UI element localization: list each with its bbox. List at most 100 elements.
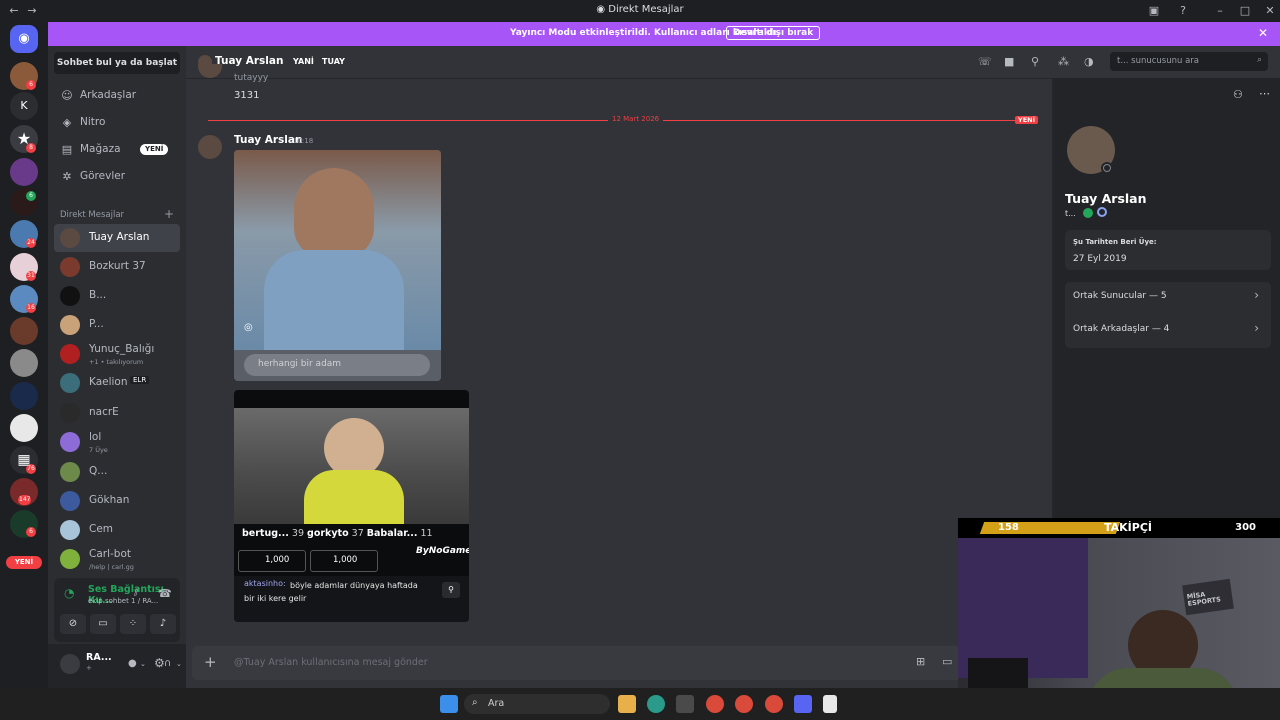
- dm-item[interactable]: Kaelion ELR: [54, 369, 180, 397]
- server-badge: 147: [18, 495, 32, 505]
- mutual-servers-row[interactable]: Ortak Sunucular — 5 ›: [1065, 282, 1271, 315]
- mutual-friends-row[interactable]: Ortak Arkadaşlar — 4 ›: [1065, 315, 1271, 348]
- dm-item-tuay-arslan[interactable]: Tuay Arslan: [54, 224, 180, 252]
- dm-item[interactable]: Carl-bot /help | carl.gg: [54, 545, 180, 573]
- server-icon[interactable]: [10, 317, 38, 345]
- dm-item[interactable]: Cem: [54, 516, 180, 544]
- search-icon: ⌕: [472, 697, 478, 708]
- message-composer[interactable]: + @Tuay Arslan kullanıcısına mesaj gönde…: [192, 646, 1046, 680]
- user-name[interactable]: RA...: [86, 652, 112, 663]
- dm-item[interactable]: B...: [54, 282, 180, 310]
- dm-item[interactable]: P...: [54, 311, 180, 339]
- taskbar-search-placeholder: Ara: [488, 698, 505, 709]
- chevron-right-icon: ›: [1254, 288, 1259, 302]
- disconnect-icon[interactable]: ☎: [158, 587, 172, 600]
- nav-quests[interactable]: ✲ Görevler: [54, 165, 180, 189]
- activities-icon[interactable]: ⁘: [120, 614, 146, 634]
- video-call-icon[interactable]: ■: [1004, 55, 1014, 68]
- server-icon[interactable]: [10, 349, 38, 377]
- webcam-background-light: [958, 538, 1088, 678]
- search-input[interactable]: t... sunucusunu ara ⌕: [1110, 52, 1268, 71]
- image-search-text: herhangi bir adam: [258, 359, 342, 369]
- pill-value: 1,000: [265, 555, 290, 565]
- window-titlebar: ← → ◉ Direkt Mesajlar ▣ ? – □ ✕: [0, 0, 1280, 22]
- dm-activity: +1 • takılıyorum: [89, 358, 144, 366]
- notepad-icon[interactable]: [823, 695, 837, 713]
- dm-item[interactable]: nacrE: [54, 399, 180, 427]
- banner-close-icon[interactable]: ✕: [1258, 26, 1268, 40]
- chevron-down-icon[interactable]: ⌄: [140, 660, 146, 668]
- disable-streamer-mode-button[interactable]: Devre dışı bırak: [726, 26, 821, 40]
- find-conversation-button[interactable]: Sohbet bul ya da başlat: [54, 52, 180, 74]
- dm-name: nacrE: [89, 406, 119, 418]
- message-avatar[interactable]: [198, 135, 222, 159]
- image-attachment[interactable]: bertug... 39 gorkyto 37 Babalar... 11 1,…: [234, 390, 469, 622]
- dm-item[interactable]: Gökhan: [54, 487, 180, 515]
- new-servers-pill[interactable]: YENİ: [6, 556, 42, 569]
- dm-item[interactable]: Bozkurt 37: [54, 253, 180, 281]
- leaderboard-count: 37: [351, 528, 364, 539]
- add-friend-icon[interactable]: ⚇: [1233, 88, 1243, 101]
- camera-off-icon[interactable]: ⊘: [60, 614, 86, 634]
- server-icon[interactable]: [10, 382, 38, 410]
- add-friends-icon[interactable]: ⁂: [1058, 55, 1069, 68]
- soundboard-icon[interactable]: ♪: [150, 614, 176, 634]
- gift-icon[interactable]: ⊞: [916, 655, 925, 668]
- user-profile-icon[interactable]: ◑: [1084, 55, 1094, 68]
- gif-icon[interactable]: ▭: [942, 655, 952, 668]
- voice-call-icon[interactable]: ☏: [978, 55, 992, 68]
- pin-icon[interactable]: ⚲: [1031, 55, 1039, 68]
- maximize-icon[interactable]: □: [1237, 3, 1253, 19]
- screen-share-icon[interactable]: ▭: [90, 614, 116, 634]
- dm-name: Cem: [89, 523, 114, 535]
- settings-gear-icon[interactable]: ⚙: [154, 656, 165, 670]
- noise-suppression-icon[interactable]: ⫽: [134, 588, 138, 599]
- more-options-icon[interactable]: ⋯: [1259, 87, 1270, 100]
- member-since-label: Şu Tarihten Beri Üye:: [1073, 238, 1157, 246]
- dm-item[interactable]: lol 7 Üye: [54, 428, 180, 456]
- header-tag: YANİ: [293, 57, 314, 66]
- dm-item[interactable]: Yunuç_Balığı +1 • takılıyorum: [54, 340, 180, 368]
- dm-item[interactable]: Q...: [54, 458, 180, 486]
- image-attachment[interactable]: herhangi bir adam ◎: [234, 150, 441, 381]
- chrome-icon[interactable]: [735, 695, 753, 713]
- inbox-icon[interactable]: ▣: [1146, 3, 1162, 19]
- leaderboard-user: bertug...: [242, 528, 289, 539]
- nav-shop[interactable]: ▤ Mağaza YENİ: [54, 138, 180, 162]
- user-avatar[interactable]: [60, 654, 80, 674]
- new-badge: YENİ: [140, 144, 169, 155]
- server-icon[interactable]: [10, 414, 38, 442]
- server-badge: 76: [26, 464, 36, 474]
- avatar: [60, 520, 80, 540]
- voice-channel[interactable]: ekip sohbet 1 / RA...: [88, 597, 158, 605]
- file-explorer-icon[interactable]: [618, 695, 636, 713]
- headphones-icon[interactable]: ∩: [164, 658, 171, 669]
- server-k-icon[interactable]: K: [10, 92, 38, 120]
- group-avatar: [60, 432, 80, 452]
- discord-taskbar-icon[interactable]: [794, 695, 812, 713]
- taskbar-search[interactable]: ⌕ Ara: [464, 694, 610, 714]
- chevron-down-icon[interactable]: ⌄: [176, 660, 182, 668]
- chrome-icon[interactable]: [765, 695, 783, 713]
- server-badge: 6: [26, 80, 36, 90]
- direct-messages-home-icon[interactable]: ◉: [10, 25, 38, 53]
- windows-start-icon[interactable]: [440, 695, 458, 713]
- edge-browser-icon[interactable]: [647, 695, 665, 713]
- nav-label: Mağaza: [80, 143, 121, 155]
- minimize-icon[interactable]: –: [1212, 3, 1228, 19]
- microphone-icon[interactable]: ●: [128, 658, 137, 669]
- nav-friends[interactable]: ☺ Arkadaşlar: [54, 84, 180, 108]
- mutual-servers-label: Ortak Sunucular — 5: [1073, 291, 1167, 301]
- nav-nitro[interactable]: ◈ Nitro: [54, 111, 180, 135]
- dm-section-header: Direkt Mesajlar: [60, 210, 125, 220]
- chrome-icon[interactable]: [706, 695, 724, 713]
- create-dm-plus-icon[interactable]: +: [164, 207, 174, 221]
- window-close-icon[interactable]: ✕: [1262, 3, 1278, 19]
- store-icon[interactable]: [676, 695, 694, 713]
- server-icon[interactable]: [10, 158, 38, 186]
- avatar: [60, 228, 80, 248]
- user-panel: RA... + ● ⌄ ∩ ⌄: [48, 644, 186, 688]
- help-icon[interactable]: ?: [1175, 3, 1191, 19]
- dm-name: B...: [89, 289, 107, 301]
- add-attachment-icon[interactable]: +: [204, 653, 217, 671]
